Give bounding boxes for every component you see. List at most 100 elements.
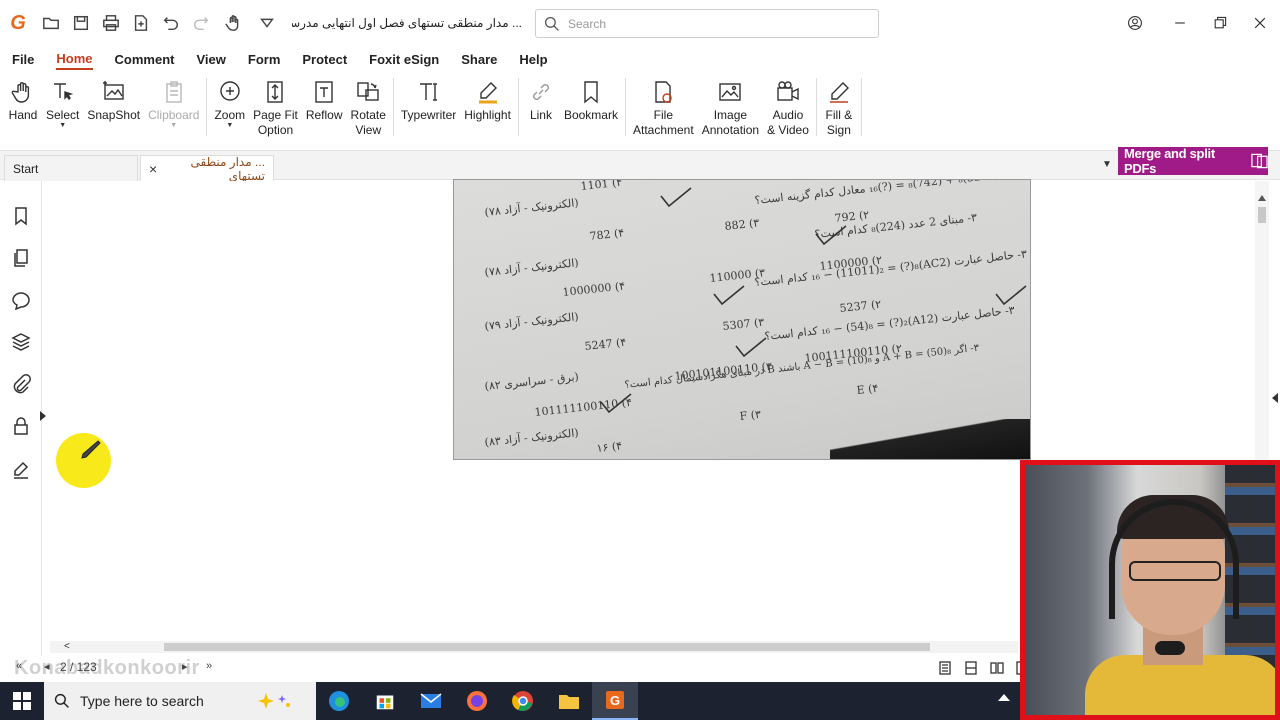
menu-protect[interactable]: Protect <box>302 52 347 69</box>
menu-help[interactable]: Help <box>519 52 547 69</box>
snapshot-button[interactable]: SnapShot <box>83 76 144 123</box>
sparkle-icon <box>257 693 290 709</box>
windows-start-button[interactable] <box>0 682 44 720</box>
horizontal-scrollbar[interactable]: < <box>50 641 1018 653</box>
attachments-panel-icon[interactable] <box>10 373 32 395</box>
customize-toolbar-icon[interactable] <box>252 0 282 46</box>
menu-comment[interactable]: Comment <box>115 52 175 69</box>
source-note: (الکترونیک - آزاد ۷۹) <box>484 310 580 333</box>
signature-panel-icon[interactable] <box>10 459 32 481</box>
scanned-page-image: ۳- حاصل عبارت (3260)₈ + (742)₈ = (?)₁₆ م… <box>453 179 1031 460</box>
fill-and-sign-button[interactable]: Fill & Sign <box>820 76 858 138</box>
menu-foxit-esign[interactable]: Foxit eSign <box>369 52 439 69</box>
undo-icon[interactable] <box>156 0 186 46</box>
previous-page-icon[interactable]: ◂ <box>44 660 50 673</box>
ribbon-separator <box>624 78 626 136</box>
save-icon[interactable] <box>66 0 96 46</box>
tab-document[interactable]: ... مدار منطقی تستهای × <box>140 154 274 183</box>
rotate-view-button[interactable]: Rotate View <box>347 76 390 138</box>
channel-watermark: Konabadkonkoorir <box>14 657 200 679</box>
minimize-button[interactable] <box>1160 0 1200 46</box>
layers-panel-icon[interactable] <box>10 331 32 353</box>
answer-option: 1101 (۴ <box>580 179 623 193</box>
menu-form[interactable]: Form <box>248 52 281 69</box>
cursor-highlight-circle <box>56 433 111 488</box>
ribbon-separator <box>206 78 208 136</box>
collapse-right-panel-icon[interactable] <box>1272 393 1278 403</box>
source-note: (الکترونیک - آزاد ۸۳) <box>484 426 580 449</box>
merge-and-split-pdfs-button[interactable]: Merge and split PDFs <box>1118 146 1268 176</box>
account-icon[interactable] <box>1110 0 1160 46</box>
typewriter-button[interactable]: Typewriter <box>397 76 460 123</box>
comments-panel-icon[interactable] <box>10 289 32 311</box>
horizontal-scroll-thumb[interactable] <box>164 643 930 651</box>
print-icon[interactable] <box>96 0 126 46</box>
answer-option: 5237 (۲ <box>839 297 882 315</box>
checkmark-icon <box>712 284 746 306</box>
page-shadow <box>830 419 1030 459</box>
file-attachment-button[interactable]: File Attachment <box>629 76 698 138</box>
link-icon <box>527 78 555 106</box>
question-text: ۳- اگر A + B = (50)₈ و A − B = (10)₈ باش… <box>624 342 980 391</box>
security-panel-icon[interactable] <box>10 415 32 437</box>
firefox-icon[interactable] <box>454 682 500 720</box>
typewriter-icon <box>415 78 443 106</box>
expand-panel-icon[interactable] <box>40 411 46 421</box>
scroll-up-icon[interactable] <box>1258 195 1266 201</box>
select-button[interactable]: Select ▼ <box>42 76 83 129</box>
close-icon[interactable]: × <box>149 161 157 177</box>
hand-button[interactable]: Hand <box>4 76 42 123</box>
bookmark-button[interactable]: Bookmark <box>560 76 622 123</box>
tab-document-label: ... مدار منطقی تستهای <box>190 154 266 183</box>
new-document-icon[interactable] <box>126 0 156 46</box>
next-page-icon[interactable]: ▸ <box>182 660 188 673</box>
file-explorer-icon[interactable] <box>546 682 592 720</box>
open-folder-icon[interactable] <box>36 0 66 46</box>
checkmark-icon <box>994 284 1028 306</box>
chrome-icon[interactable] <box>500 682 546 720</box>
tab-list-chevron-icon[interactable]: ▼ <box>1102 159 1112 170</box>
foxit-taskbar-icon[interactable]: G <box>592 682 638 720</box>
continuous-view-icon[interactable] <box>960 660 982 676</box>
zoom-button[interactable]: Zoom ▼ <box>210 76 249 129</box>
window-controls <box>1110 0 1280 46</box>
vertical-scroll-thumb[interactable] <box>1258 207 1266 223</box>
answer-option: 782 (۴ <box>589 226 625 243</box>
hand-tool-quick-icon[interactable] <box>216 0 252 46</box>
document-tabs-bar: Start ... مدار منطقی تستهای × ▼ <box>0 150 1280 183</box>
page-fit-option-button[interactable]: Page Fit Option <box>249 76 302 138</box>
file-attachment-icon <box>649 78 677 106</box>
menu-home[interactable]: Home <box>56 51 93 70</box>
search-input[interactable] <box>568 16 858 31</box>
close-button[interactable] <box>1240 0 1280 46</box>
highlight-button[interactable]: Highlight <box>460 76 515 123</box>
menu-share[interactable]: Share <box>461 52 497 69</box>
answer-option: 5247 (۴ <box>584 335 627 353</box>
tab-start[interactable]: Start <box>4 155 138 181</box>
menu-view[interactable]: View <box>196 52 225 69</box>
scroll-left-icon[interactable]: < <box>64 641 70 652</box>
first-page-icon[interactable]: « <box>16 660 22 672</box>
reflow-button[interactable]: Reflow <box>302 76 347 123</box>
microsoft-store-icon[interactable] <box>362 682 408 720</box>
bookmark-panel-icon[interactable] <box>10 205 32 227</box>
page-number-field[interactable]: 2 / 123 <box>60 660 97 674</box>
search-icon <box>54 693 69 708</box>
taskbar-search-box[interactable]: Type here to search <box>44 682 316 720</box>
audio-video-button[interactable]: Audio & Video <box>763 76 813 138</box>
foxit-logo[interactable]: G <box>0 0 36 46</box>
last-page-icon[interactable]: » <box>206 660 212 672</box>
search-box[interactable] <box>535 9 879 38</box>
link-button[interactable]: Link <box>522 76 560 123</box>
restore-button[interactable] <box>1200 0 1240 46</box>
pages-panel-icon[interactable] <box>10 247 32 269</box>
select-text-icon <box>49 78 77 106</box>
microphone-icon <box>1155 641 1185 655</box>
mail-icon[interactable] <box>408 682 454 720</box>
facing-view-icon[interactable] <box>986 660 1008 676</box>
menu-file[interactable]: File <box>12 52 34 69</box>
image-annotation-button[interactable]: Image Annotation <box>698 76 763 138</box>
single-page-view-icon[interactable] <box>934 660 956 676</box>
show-hidden-icons-icon[interactable] <box>998 694 1010 701</box>
edge-browser-icon[interactable] <box>316 682 362 720</box>
